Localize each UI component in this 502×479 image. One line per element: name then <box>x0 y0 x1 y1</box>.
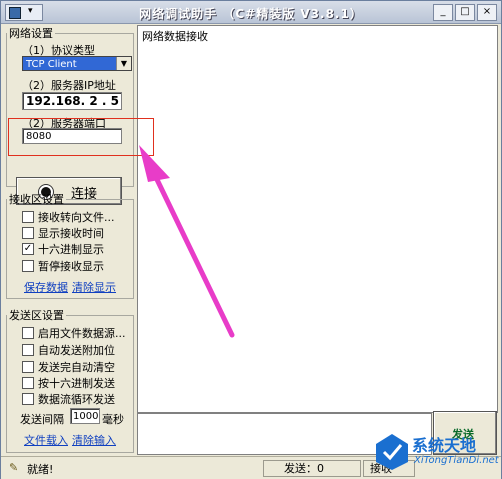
arrow-shaft <box>147 162 235 338</box>
arrow-head <box>139 145 170 182</box>
watermark-url: XiTongTianDi.net <box>414 455 499 466</box>
arrow-annotation <box>139 145 235 338</box>
watermark: 系统天地 XiTongTianDi.net <box>374 430 499 476</box>
watermark-logo-icon <box>376 434 408 470</box>
watermark-title: 系统天地 <box>412 436 477 455</box>
